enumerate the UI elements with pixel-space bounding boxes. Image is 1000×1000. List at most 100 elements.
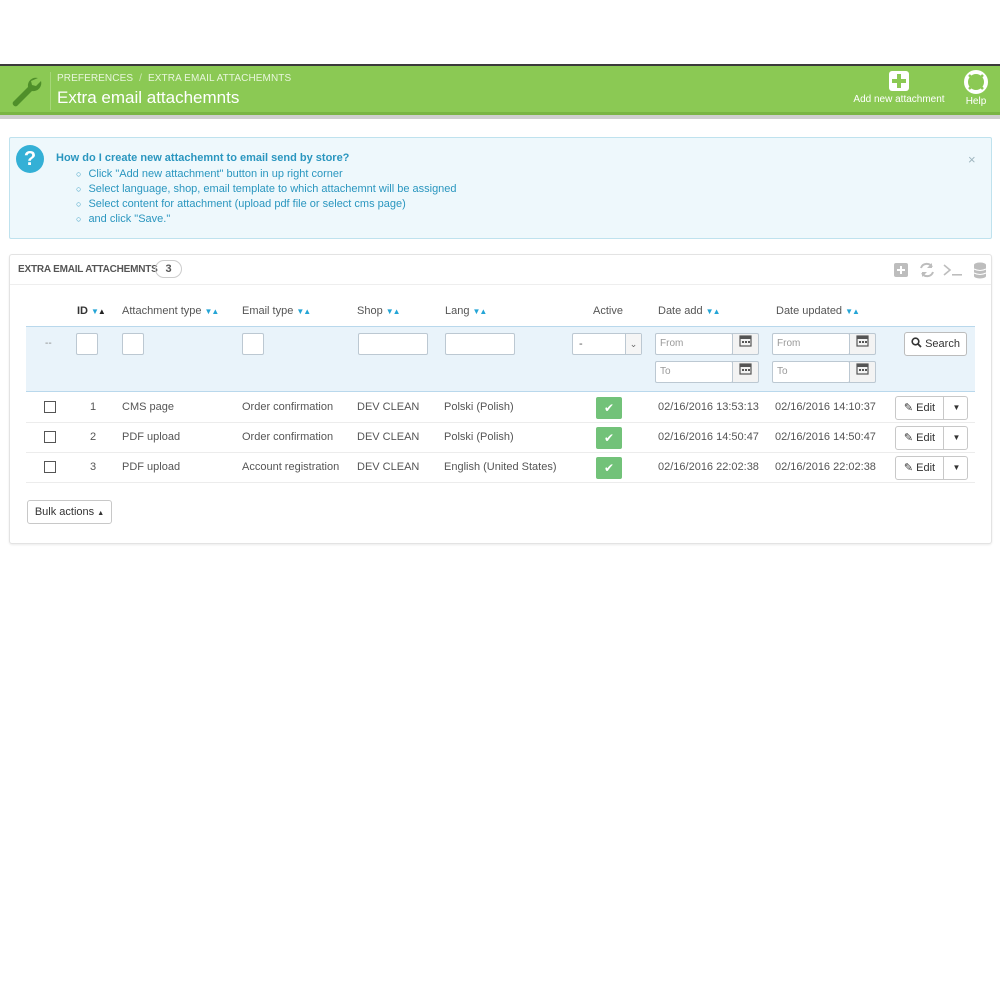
sort-icon[interactable]: ▼▲ xyxy=(472,307,487,316)
filter-active-value: - xyxy=(579,338,583,350)
filter-date-add-from[interactable]: From xyxy=(655,333,733,355)
active-status-toggle[interactable]: ✔ xyxy=(596,457,622,479)
breadcrumb-item-current: EXTRA EMAIL ATTACHEMNTS xyxy=(148,73,292,84)
search-label: Search xyxy=(925,338,960,350)
cell-shop: DEV CLEAN xyxy=(357,461,420,473)
plus-square-icon xyxy=(889,71,909,91)
sort-icon[interactable]: ▼▲ xyxy=(91,307,106,316)
calendar-icon[interactable] xyxy=(849,361,876,383)
check-icon: ✔ xyxy=(603,431,615,445)
table-row: 1 CMS page Order confirmation DEV CLEAN … xyxy=(26,393,975,423)
row-actions: ✎ Edit ▼ xyxy=(895,456,968,480)
active-status-toggle[interactable]: ✔ xyxy=(596,427,622,449)
help-label: Help xyxy=(965,96,987,107)
row-actions: ✎ Edit ▼ xyxy=(895,426,968,450)
row-actions-dropdown[interactable]: ▼ xyxy=(945,397,968,419)
column-header-label: Date add xyxy=(658,305,703,317)
filter-lang-input[interactable] xyxy=(445,333,515,355)
filter-shop-input[interactable] xyxy=(358,333,428,355)
cell-shop: DEV CLEAN xyxy=(357,401,420,413)
caret-down-icon: ▼ xyxy=(952,433,961,442)
filter-active-select[interactable]: - ⌄ xyxy=(572,333,642,355)
row-actions-dropdown[interactable]: ▼ xyxy=(945,457,968,479)
filter-date-updated-to[interactable]: To xyxy=(772,361,850,383)
sort-icon[interactable]: ▼▲ xyxy=(706,307,721,316)
sort-icon[interactable]: ▼▲ xyxy=(205,307,220,316)
column-header-id[interactable]: ID ▼▲ xyxy=(77,305,106,317)
column-header-date-updated[interactable]: Date updated ▼▲ xyxy=(776,305,860,317)
cell-id: 3 xyxy=(90,461,97,473)
filter-date-updated-from[interactable]: From xyxy=(772,333,850,355)
cell-id: 1 xyxy=(90,401,97,413)
cell-date-updated: 02/16/2016 22:02:38 xyxy=(775,461,876,473)
bulk-actions-button[interactable]: Bulk actions ▲ xyxy=(27,500,112,524)
attachments-panel: EXTRA EMAIL ATTACHEMNTS 3 ID ▼▲ Attachme… xyxy=(9,254,992,544)
cell-date-add: 02/16/2016 22:02:38 xyxy=(658,461,759,473)
calendar-icon[interactable] xyxy=(732,333,759,355)
row-checkbox[interactable] xyxy=(44,431,56,443)
refresh-icon[interactable] xyxy=(918,261,936,279)
bulk-actions-label: Bulk actions xyxy=(34,506,95,518)
alert-close-button[interactable]: × xyxy=(968,152,976,167)
column-header-label: Email type xyxy=(242,305,294,317)
filter-id-input[interactable] xyxy=(76,333,98,355)
filter-attachment-type-input[interactable] xyxy=(122,333,144,355)
sql-terminal-icon[interactable] xyxy=(942,261,964,279)
sort-icon[interactable]: ▼▲ xyxy=(845,307,860,316)
row-checkbox[interactable] xyxy=(44,401,56,413)
cell-attachment-type: CMS page xyxy=(122,401,174,413)
edit-button[interactable]: ✎ Edit xyxy=(896,397,944,419)
wrench-icon xyxy=(12,77,42,107)
alert-title: How do I create new attachemnt to email … xyxy=(56,152,350,164)
alert-step: Click "Add new attachment" button in up … xyxy=(76,167,457,182)
column-header-active: Active xyxy=(593,305,623,317)
alert-step: Select language, shop, email template to… xyxy=(76,182,456,197)
active-status-toggle[interactable]: ✔ xyxy=(596,397,622,419)
table-row: 2 PDF upload Order confirmation DEV CLEA… xyxy=(26,423,975,453)
calendar-icon[interactable] xyxy=(849,333,876,355)
help-alert: ? How do I create new attachemnt to emai… xyxy=(9,137,992,239)
breadcrumb-separator: / xyxy=(139,73,143,84)
column-header-attachment-type[interactable]: Attachment type ▼▲ xyxy=(122,305,220,317)
row-actions-dropdown[interactable]: ▼ xyxy=(945,427,968,449)
alert-step: and click "Save." xyxy=(76,212,457,227)
breadcrumb-item-preferences[interactable]: PREFERENCES xyxy=(57,73,133,84)
sort-icon[interactable]: ▼▲ xyxy=(296,307,311,316)
sort-icon[interactable]: ▼▲ xyxy=(386,307,401,316)
edit-label: Edit xyxy=(916,402,936,414)
table-row: 3 PDF upload Account registration DEV CL… xyxy=(26,453,975,483)
check-icon: ✔ xyxy=(603,401,615,415)
cell-id: 2 xyxy=(90,431,97,443)
edit-label: Edit xyxy=(916,462,936,474)
calendar-icon[interactable] xyxy=(732,361,759,383)
filter-date-add-to[interactable]: To xyxy=(655,361,733,383)
search-button[interactable]: Search xyxy=(904,332,967,356)
cell-lang: English (United States) xyxy=(444,461,557,473)
edit-button[interactable]: ✎ Edit xyxy=(896,457,944,479)
caret-down-icon: ▼ xyxy=(952,463,961,472)
caret-up-icon: ▲ xyxy=(97,510,105,517)
lifebuoy-icon xyxy=(964,70,988,94)
add-icon[interactable] xyxy=(892,261,910,279)
column-header-email-type[interactable]: Email type ▼▲ xyxy=(242,305,311,317)
column-header-shop[interactable]: Shop ▼▲ xyxy=(357,305,401,317)
edit-button[interactable]: ✎ Edit xyxy=(896,427,944,449)
filter-email-type-input[interactable] xyxy=(242,333,264,355)
add-new-attachment-label: Add new attachment xyxy=(853,94,945,105)
help-button[interactable]: Help xyxy=(958,70,994,107)
alert-steps: Click "Add new attachment" button in up … xyxy=(76,167,457,227)
count-badge: 3 xyxy=(155,260,182,278)
column-header-lang[interactable]: Lang ▼▲ xyxy=(445,305,487,317)
row-checkbox[interactable] xyxy=(44,461,56,473)
panel-heading: EXTRA EMAIL ATTACHEMNTS 3 xyxy=(10,255,991,285)
cell-date-add: 02/16/2016 13:53:13 xyxy=(658,401,759,413)
cell-attachment-type: PDF upload xyxy=(122,461,181,473)
database-icon[interactable] xyxy=(971,261,989,279)
add-new-attachment-button[interactable]: Add new attachment xyxy=(846,70,952,105)
alert-step: Select content for attachment (upload pd… xyxy=(76,197,457,212)
column-header-label: ID xyxy=(77,305,88,317)
cell-email-type: Order confirmation xyxy=(242,401,334,413)
page-header: PREFERENCES / EXTRA EMAIL ATTACHEMNTS Extr… xyxy=(0,64,1000,112)
column-header-date-add[interactable]: Date add ▼▲ xyxy=(658,305,720,317)
panel-title: EXTRA EMAIL ATTACHEMNTS xyxy=(18,264,158,275)
